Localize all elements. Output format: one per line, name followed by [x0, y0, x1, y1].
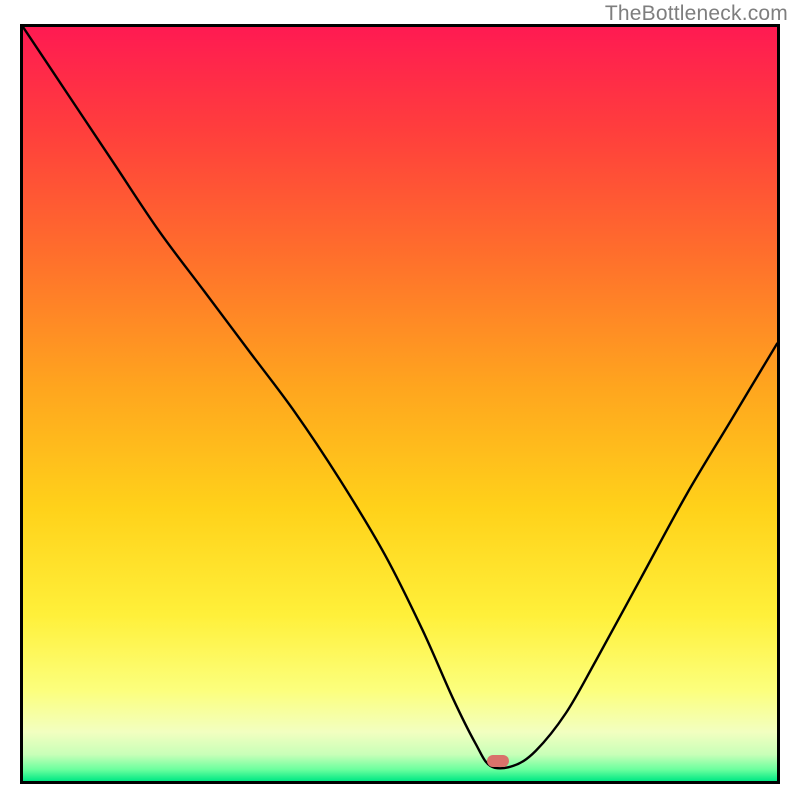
- plot-frame: [20, 24, 780, 784]
- watermark-text: TheBottleneck.com: [605, 2, 788, 26]
- chart-stage: TheBottleneck.com: [0, 0, 800, 800]
- optimal-point-marker: [487, 755, 509, 767]
- gradient-background: [23, 27, 777, 781]
- plot-svg: [23, 27, 777, 781]
